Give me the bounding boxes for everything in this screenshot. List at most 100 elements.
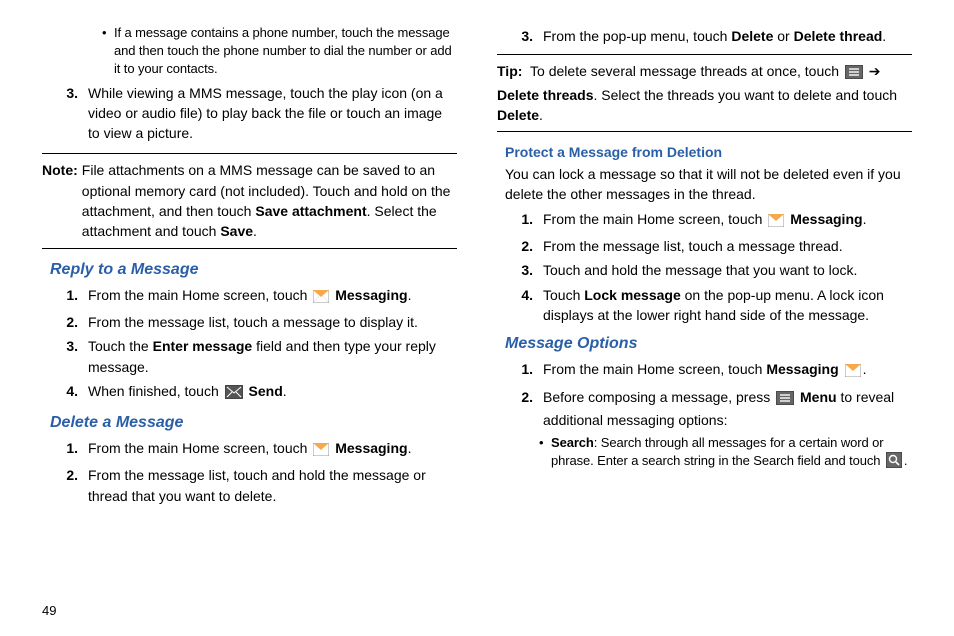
heading-reply: Reply to a Message — [50, 261, 457, 279]
bullet-body: Search: Search through all messages for … — [551, 434, 912, 473]
text: . Select the threads you want to delete … — [593, 87, 897, 103]
step-body: From the main Home screen, touch Messagi… — [88, 285, 457, 308]
text: From the main Home screen, touch — [88, 287, 311, 303]
note-label: Note: — [42, 160, 82, 241]
heading-options: Message Options — [505, 335, 912, 353]
bold-text: Enter message — [153, 338, 253, 354]
text: . — [408, 287, 412, 303]
step-number: 2. — [497, 387, 543, 431]
step-body: From the message list, touch and hold th… — [88, 465, 457, 506]
step-number: 2. — [42, 465, 88, 506]
tip-block: Tip: To delete several message threads a… — [497, 54, 912, 132]
arrow-icon: ➔ — [865, 63, 881, 79]
menu-icon — [845, 64, 863, 84]
bold-text: Send — [249, 383, 283, 399]
text: . — [863, 361, 867, 377]
two-column-layout: • If a message contains a phone number, … — [42, 22, 912, 614]
step-number: 3. — [42, 83, 88, 144]
text: Touch — [543, 287, 584, 303]
heading-delete: Delete a Message — [50, 414, 457, 432]
page-number: 49 — [42, 603, 56, 618]
step-body: From the pop-up menu, touch Delete or De… — [543, 26, 912, 46]
step-body: From the message list, touch a message t… — [88, 312, 457, 332]
step-body: While viewing a MMS message, touch the p… — [88, 83, 457, 144]
step-number: 2. — [42, 312, 88, 332]
text: Touch the — [88, 338, 153, 354]
bullet-dot: • — [539, 434, 551, 473]
bullet-item: • If a message contains a phone number, … — [102, 24, 457, 79]
step-body: Touch Lock message on the pop-up menu. A… — [543, 285, 912, 326]
text: . — [408, 440, 412, 456]
step-number: 3. — [497, 260, 543, 280]
text: From the main Home screen, touch — [543, 361, 766, 377]
step-number: 4. — [497, 285, 543, 326]
list-item: 3. Touch the Enter message field and the… — [42, 336, 457, 377]
messaging-icon — [768, 212, 784, 232]
bullet-item: • Search: Search through all messages fo… — [539, 434, 912, 473]
protect-intro: You can lock a message so that it will n… — [505, 164, 912, 205]
heading-protect: Protect a Message from Deletion — [505, 144, 912, 160]
ordered-list: 3. While viewing a MMS message, touch th… — [42, 83, 457, 144]
list-item: 1. From the main Home screen, touch Mess… — [42, 285, 457, 308]
right-column: 3. From the pop-up menu, touch Delete or… — [497, 22, 912, 614]
note-block: Note: File attachments on a MMS message … — [42, 153, 457, 248]
manual-page: • If a message contains a phone number, … — [0, 0, 954, 636]
messaging-icon — [313, 441, 329, 461]
text: . — [283, 383, 287, 399]
options-list: 1. From the main Home screen, touch Mess… — [497, 359, 912, 430]
list-item: 1. From the main Home screen, touch Mess… — [42, 438, 457, 461]
note-body: File attachments on a MMS message can be… — [82, 160, 457, 241]
list-item: 4. Touch Lock message on the pop-up menu… — [497, 285, 912, 326]
text: . — [539, 107, 543, 123]
text: When finished, touch — [88, 383, 223, 399]
list-item: 3. Touch and hold the message that you w… — [497, 260, 912, 280]
tip-label: Tip: — [497, 63, 526, 79]
bold-text: Messaging — [335, 440, 407, 456]
step-body: From the main Home screen, touch Messagi… — [88, 438, 457, 461]
list-item: 3. While viewing a MMS message, touch th… — [42, 83, 457, 144]
left-column: • If a message contains a phone number, … — [42, 22, 457, 614]
list-item: 2. From the message list, touch a messag… — [42, 312, 457, 332]
text: . — [863, 211, 867, 227]
step-body: From the main Home screen, touch Messagi… — [543, 359, 912, 382]
step-body: Before composing a message, press Menu t… — [543, 387, 912, 431]
messaging-icon — [313, 288, 329, 308]
text: From the main Home screen, touch — [88, 440, 311, 456]
list-item: 3. From the pop-up menu, touch Delete or… — [497, 26, 912, 46]
bold-text: Menu — [800, 389, 837, 405]
list-item: 2. Before composing a message, press Men… — [497, 387, 912, 431]
bold-text: Save — [220, 223, 253, 239]
protect-list: 1. From the main Home screen, touch Mess… — [497, 209, 912, 325]
text: : Search through all messages for a cert… — [551, 435, 884, 468]
reply-list: 1. From the main Home screen, touch Mess… — [42, 285, 457, 404]
text: To delete several message threads at onc… — [530, 63, 843, 79]
step-body: When finished, touch Send. — [88, 381, 457, 404]
step-number: 1. — [497, 209, 543, 232]
messaging-icon — [845, 362, 861, 382]
bullet-text: If a message contains a phone number, to… — [114, 24, 457, 79]
delete-list: 1. From the main Home screen, touch Mess… — [42, 438, 457, 506]
text: Before composing a message, press — [543, 389, 774, 405]
bold-text: Delete — [731, 28, 773, 44]
text: From the main Home screen, touch — [543, 211, 766, 227]
step-number: 2. — [497, 236, 543, 256]
step-body: From the message list, touch a message t… — [543, 236, 912, 256]
step-body: Touch and hold the message that you want… — [543, 260, 912, 280]
delete-list-cont: 3. From the pop-up menu, touch Delete or… — [497, 26, 912, 46]
step-number: 4. — [42, 381, 88, 404]
bold-text: Lock message — [584, 287, 681, 303]
list-item: 1. From the main Home screen, touch Mess… — [497, 209, 912, 232]
bold-text: Messaging — [766, 361, 838, 377]
list-item: 4. When finished, touch Send. — [42, 381, 457, 404]
bold-text: Search — [551, 435, 594, 450]
list-item: 2. From the message list, touch a messag… — [497, 236, 912, 256]
step-number: 1. — [42, 285, 88, 308]
text: or — [773, 28, 793, 44]
bold-text: Messaging — [335, 287, 407, 303]
step-body: From the main Home screen, touch Messagi… — [543, 209, 912, 232]
menu-icon — [776, 390, 794, 410]
step-number: 3. — [42, 336, 88, 377]
bullet-dot: • — [102, 24, 114, 79]
step-number: 1. — [42, 438, 88, 461]
list-item: 2. From the message list, touch and hold… — [42, 465, 457, 506]
